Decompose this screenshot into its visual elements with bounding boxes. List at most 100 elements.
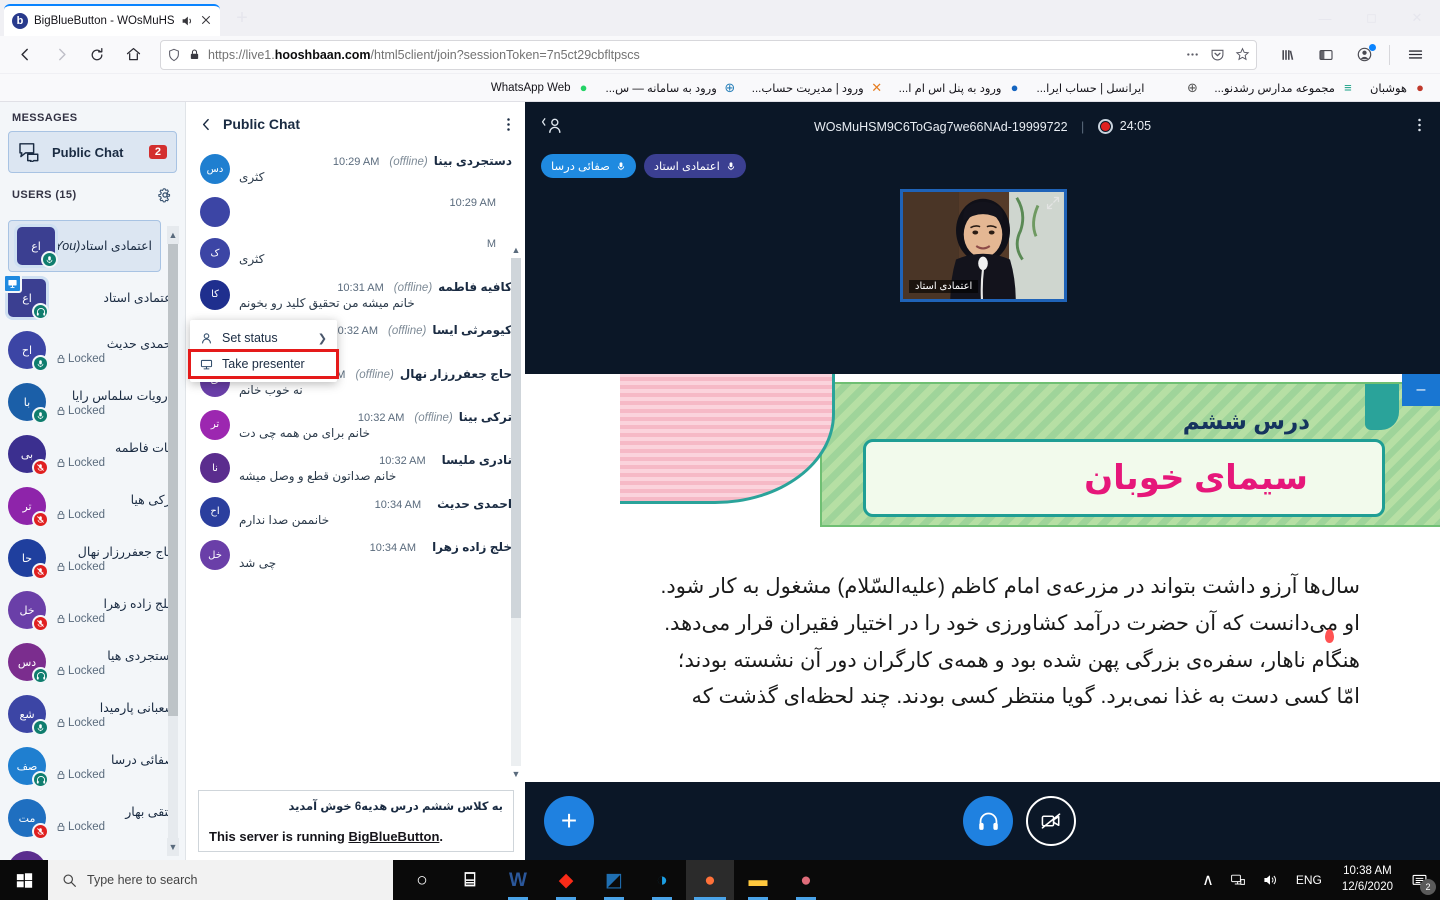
file-explorer-icon[interactable]: ▬ bbox=[734, 860, 782, 900]
bookmark-item[interactable]: ⊕ ورود به سامانه — س... bbox=[600, 78, 744, 98]
url-bar[interactable]: https://live1.hooshbaan.com/html5client/… bbox=[160, 39, 1257, 70]
meeting-options-kebab-icon[interactable] bbox=[1417, 116, 1422, 134]
context-menu-item[interactable]: Take presenter bbox=[188, 349, 339, 379]
bookmark-item[interactable]: ≡ مجموعه مدارس رشدنو... bbox=[1208, 78, 1362, 98]
maximize-window-button[interactable] bbox=[1348, 0, 1394, 36]
user-list-item[interactable]: اع اعتمادی استاد (You) bbox=[8, 220, 161, 272]
mic-icon bbox=[616, 161, 626, 171]
pocket-icon[interactable] bbox=[1210, 47, 1225, 62]
tray-time: 10:38 AM bbox=[1343, 865, 1392, 878]
chat-avatar: کا bbox=[200, 279, 230, 310]
user-context-menu[interactable]: Set status ❯ Take presenter bbox=[188, 320, 339, 382]
edge-icon[interactable]: ◑ bbox=[638, 860, 686, 900]
headphones-icon[interactable] bbox=[963, 796, 1013, 846]
bookmark-favicon bbox=[1149, 80, 1165, 96]
user-list-item[interactable]: حا حاج جعفررزار نهال Locked bbox=[0, 532, 185, 584]
user-list-item[interactable]: با بارویات سلماس رایا Locked bbox=[0, 376, 185, 428]
webcam-video[interactable]: اعتمادی استاد bbox=[900, 189, 1067, 302]
avatar: اع bbox=[3, 274, 49, 320]
user-list-item[interactable]: اح احمدی حدیث Locked bbox=[0, 324, 185, 376]
bookmark-item[interactable]: ● هوشبان bbox=[1364, 78, 1434, 98]
bookmark-item[interactable]: ● ورود به پنل اس ام ا... bbox=[893, 78, 1029, 98]
browser-titlebar: b BigBlueButton - WOsMuHS + — ✕ bbox=[0, 0, 1440, 36]
tray-expand-chevron-icon[interactable]: ∧ bbox=[1194, 860, 1222, 900]
scroll-down-arrow[interactable]: ▼ bbox=[167, 838, 179, 856]
kebab-menu-icon[interactable] bbox=[506, 116, 511, 133]
users-scrollbar[interactable]: ▲ ▼ bbox=[167, 226, 179, 856]
library-icon[interactable] bbox=[1271, 39, 1305, 71]
users-list[interactable]: اع اعتمادی استاد (You) اع اعتمادی استاد اح اح… bbox=[0, 220, 185, 860]
firefox-icon[interactable]: ● bbox=[686, 860, 734, 900]
close-icon[interactable] bbox=[200, 14, 214, 28]
cortana-icon[interactable]: ○ bbox=[398, 860, 446, 900]
user-list-item[interactable]: شع شعبانی پارمیدا Locked bbox=[0, 688, 185, 740]
task-view-icon[interactable]: ⌸ bbox=[446, 860, 494, 900]
actions-plus-button[interactable]: + bbox=[544, 796, 594, 846]
user-list-item[interactable]: اع اعتمادی استاد bbox=[0, 272, 185, 324]
expand-icon[interactable] bbox=[1046, 196, 1060, 210]
user-list-item[interactable]: صف صفائی درسا Locked bbox=[0, 740, 185, 792]
volume-icon[interactable] bbox=[1254, 860, 1286, 900]
pomegranate-app-icon[interactable]: ● bbox=[782, 860, 830, 900]
context-menu-item[interactable]: Set status ❯ bbox=[190, 325, 337, 351]
speaker-icon[interactable] bbox=[180, 14, 194, 28]
chat-scrollbar[interactable]: ▲ ▼ bbox=[511, 242, 521, 782]
user-list-item[interactable]: نانادری ملیسا bbox=[0, 844, 185, 860]
home-button[interactable] bbox=[116, 39, 150, 71]
bookmark-favicon: ● bbox=[1010, 80, 1019, 95]
scroll-up-arrow[interactable]: ▲ bbox=[167, 226, 179, 244]
recording-indicator[interactable]: 24:05 bbox=[1097, 118, 1151, 134]
taskbar-search-box[interactable]: Type here to search bbox=[48, 860, 393, 900]
excel-viewer-icon[interactable]: ◩ bbox=[590, 860, 638, 900]
video-off-icon[interactable] bbox=[1026, 796, 1076, 846]
shield-icon[interactable] bbox=[167, 48, 181, 62]
new-tab-button[interactable]: + bbox=[228, 6, 256, 32]
bookmark-item[interactable]: ایرانسل | حساب ایرا... bbox=[1031, 78, 1172, 98]
back-button[interactable] bbox=[8, 39, 42, 71]
hamburger-menu-icon[interactable] bbox=[1398, 39, 1432, 71]
chat-message-text: خانم صداتون قطع و وصل میشه bbox=[239, 469, 397, 484]
minimize-window-button[interactable]: — bbox=[1302, 0, 1348, 36]
adobe-icon[interactable]: ◆ bbox=[542, 860, 590, 900]
reload-button[interactable] bbox=[80, 39, 114, 71]
locked-label: Locked bbox=[68, 665, 106, 677]
tray-language[interactable]: ENG bbox=[1286, 873, 1332, 887]
word-icon[interactable]: W bbox=[494, 860, 542, 900]
chat-scroll-down-arrow[interactable]: ▼ bbox=[511, 766, 521, 782]
sidebar-icon[interactable] bbox=[1309, 39, 1343, 71]
locked-label: Locked bbox=[68, 353, 106, 365]
browser-tab[interactable]: b BigBlueButton - WOsMuHS bbox=[4, 4, 220, 36]
forward-button[interactable] bbox=[44, 39, 78, 71]
network-icon[interactable] bbox=[1222, 860, 1254, 900]
user-list-item[interactable]: خل خلج زاده زهرا Locked bbox=[0, 584, 185, 636]
meeting-title-bar: WOsMuHSM9C6ToGag7we66NAd-19999722 | 24:0… bbox=[813, 118, 1152, 134]
avatar: نا bbox=[8, 851, 46, 860]
user-list-item[interactable]: بی بیات فاطمه Locked bbox=[0, 428, 185, 480]
talking-indicator[interactable]: اعتمادی استاد bbox=[643, 154, 746, 178]
bookmark-item[interactable]: ⊕ bbox=[1173, 78, 1206, 98]
context-menu-item-label: Take presenter bbox=[222, 357, 305, 371]
bookmark-item[interactable]: ✕ ورود | مدیریت حساب... bbox=[746, 78, 891, 98]
page-actions-icon[interactable] bbox=[1185, 47, 1200, 62]
avatar: دس bbox=[8, 643, 49, 684]
notifications-icon[interactable]: 2 bbox=[1403, 860, 1440, 900]
chat-message: نا نادری ملیسا 10:32 AM خانم صداتون قطع و و… bbox=[200, 453, 512, 485]
user-list-item[interactable]: دس دستجردی هیا Locked bbox=[0, 636, 185, 688]
slide-minimize-button[interactable]: – bbox=[1402, 374, 1440, 406]
bookmark-star-icon[interactable] bbox=[1235, 47, 1250, 62]
sidebar-item-public-chat[interactable]: Public Chat 2 bbox=[8, 131, 177, 173]
account-icon[interactable] bbox=[1347, 39, 1381, 71]
user-list-item[interactable]: مت متقی بهار Locked bbox=[0, 792, 185, 844]
user-locked-status: Locked bbox=[56, 821, 175, 833]
windows-start-icon[interactable] bbox=[0, 860, 48, 900]
chat-scroll-up-arrow[interactable]: ▲ bbox=[511, 242, 521, 258]
tray-clock[interactable]: 10:38 AM 12/6/2020 bbox=[1332, 864, 1403, 895]
collapse-users-icon[interactable] bbox=[541, 116, 565, 136]
gear-icon[interactable] bbox=[157, 187, 173, 203]
close-window-button[interactable]: ✕ bbox=[1394, 0, 1440, 36]
bookmark-item[interactable]: ● WhatsApp Web bbox=[485, 78, 598, 98]
chevron-left-icon[interactable] bbox=[200, 118, 213, 131]
talking-indicator[interactable]: صفائی درسا bbox=[541, 154, 636, 178]
bigbluebutton-link[interactable]: BigBlueButton bbox=[348, 829, 439, 844]
user-list-item[interactable]: تر ترکی هیا Locked bbox=[0, 480, 185, 532]
